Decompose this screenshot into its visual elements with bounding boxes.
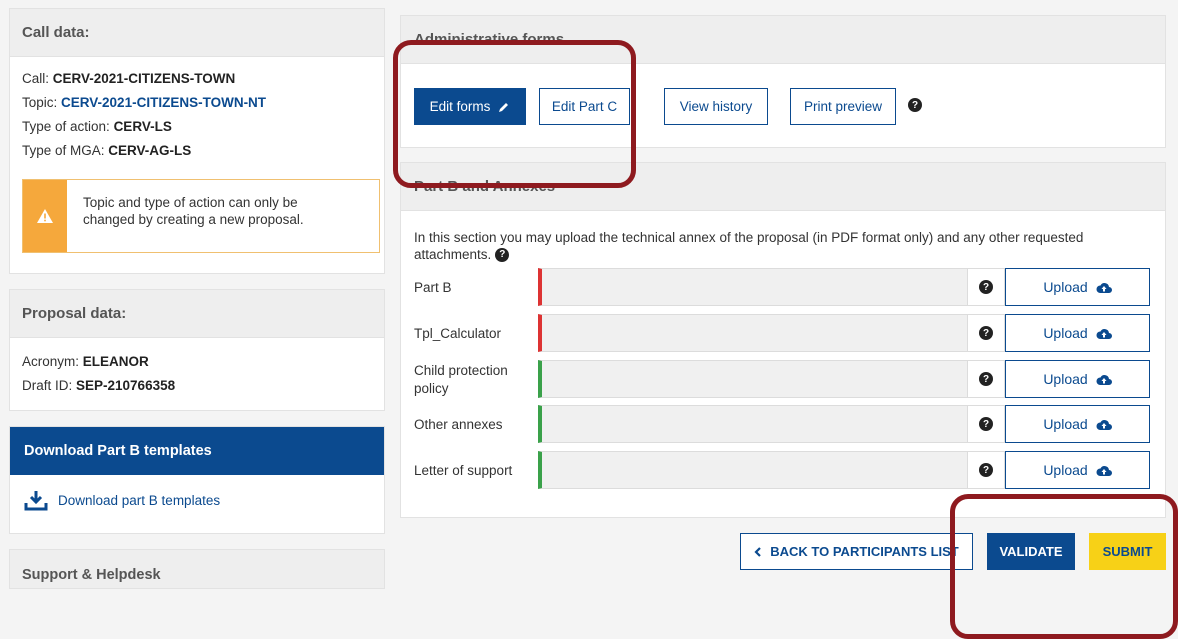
proposal-data-panel: Proposal data: Acronym: ELEANOR Draft ID… bbox=[9, 289, 385, 411]
tpl-calculator-file-field bbox=[538, 314, 968, 352]
proposal-data-header: Proposal data: bbox=[10, 290, 384, 338]
action-value: CERV-LS bbox=[113, 119, 172, 134]
mga-value: CERV-AG-LS bbox=[108, 143, 192, 158]
highlight-box-validate-submit bbox=[950, 494, 1178, 639]
action-line: Type of action: CERV-LS bbox=[22, 119, 172, 134]
acronym-line: Acronym: ELEANOR bbox=[22, 354, 149, 369]
upload-other-annexes-button[interactable]: Upload bbox=[1005, 405, 1150, 443]
print-preview-button[interactable]: Print preview bbox=[790, 88, 896, 125]
cloud-upload-icon bbox=[1096, 420, 1112, 430]
admin-help-icon[interactable]: ? bbox=[908, 98, 922, 112]
topic-line: Topic: CERV-2021-CITIZENS-TOWN-NT bbox=[22, 95, 267, 110]
child-protection-file-field bbox=[538, 360, 968, 398]
row-help-cell: ? bbox=[968, 405, 1005, 443]
intro-help-icon[interactable]: ? bbox=[495, 247, 510, 262]
support-panel: Support & Helpdesk bbox=[9, 549, 385, 589]
download-icon bbox=[24, 491, 48, 511]
warning-text: Topic and type of action can only be cha… bbox=[83, 195, 304, 227]
warning-icon bbox=[23, 180, 67, 252]
help-icon[interactable]: ? bbox=[979, 417, 993, 431]
letter-of-support-file-field bbox=[538, 451, 968, 489]
other-annexes-file-field bbox=[538, 405, 968, 443]
row-help-cell: ? bbox=[968, 360, 1005, 398]
row-label-child-protection: Child protection policy bbox=[414, 363, 508, 396]
call-data-title: Call data: bbox=[22, 24, 90, 41]
chevron-left-icon bbox=[754, 546, 762, 557]
download-link[interactable]: Download part B templates bbox=[24, 489, 220, 511]
highlight-box-admin-buttons bbox=[393, 40, 636, 188]
topic-warning: Topic and type of action can only be cha… bbox=[22, 179, 380, 253]
row-help-cell: ? bbox=[968, 451, 1005, 489]
part-b-intro: In this section you may upload the techn… bbox=[414, 230, 1084, 262]
upload-tpl-calculator-button[interactable]: Upload bbox=[1005, 314, 1150, 352]
draft-id-line: Draft ID: SEP-210766358 bbox=[22, 378, 176, 393]
call-data-header: Call data: bbox=[10, 9, 384, 57]
cloud-upload-icon bbox=[1096, 329, 1112, 339]
view-history-button[interactable]: View history bbox=[664, 88, 768, 125]
row-help-cell: ? bbox=[968, 314, 1005, 352]
cloud-upload-icon bbox=[1096, 283, 1112, 293]
help-icon[interactable]: ? bbox=[979, 463, 993, 477]
row-label-part-b: Part B bbox=[414, 280, 452, 295]
cloud-upload-icon bbox=[1096, 466, 1112, 476]
call-value: CERV-2021-CITIZENS-TOWN bbox=[52, 71, 236, 86]
help-icon[interactable]: ? bbox=[979, 326, 993, 340]
download-panel: Download Part B templates Download part … bbox=[9, 426, 385, 534]
help-icon[interactable]: ? bbox=[979, 372, 993, 386]
part-b-file-field bbox=[538, 268, 968, 306]
back-to-participants-button[interactable]: BACK TO PARTICIPANTS LIST bbox=[740, 533, 973, 570]
help-icon[interactable]: ? bbox=[979, 280, 993, 294]
row-help-cell: ? bbox=[968, 268, 1005, 306]
row-label-tpl-calculator: Tpl_Calculator bbox=[414, 326, 502, 341]
upload-letter-of-support-button[interactable]: Upload bbox=[1005, 451, 1150, 489]
row-label-other-annexes: Other annexes bbox=[414, 417, 503, 432]
call-data-panel: Call data: Call: CERV-2021-CITIZENS-TOWN… bbox=[9, 8, 385, 274]
row-label-letter-of-support: Letter of support bbox=[414, 463, 513, 478]
mga-line: Type of MGA: CERV-AG-LS bbox=[22, 143, 192, 158]
call-line: Call: CERV-2021-CITIZENS-TOWN bbox=[22, 71, 236, 86]
download-header: Download Part B templates bbox=[10, 427, 384, 475]
cloud-upload-icon bbox=[1096, 375, 1112, 385]
acronym-value: ELEANOR bbox=[82, 354, 149, 369]
support-header: Support & Helpdesk bbox=[22, 567, 161, 583]
upload-part-b-button[interactable]: Upload bbox=[1005, 268, 1150, 306]
upload-child-protection-button[interactable]: Upload bbox=[1005, 360, 1150, 398]
topic-link[interactable]: CERV-2021-CITIZENS-TOWN-NT bbox=[61, 95, 266, 110]
draft-id-value: SEP-210766358 bbox=[76, 378, 176, 393]
